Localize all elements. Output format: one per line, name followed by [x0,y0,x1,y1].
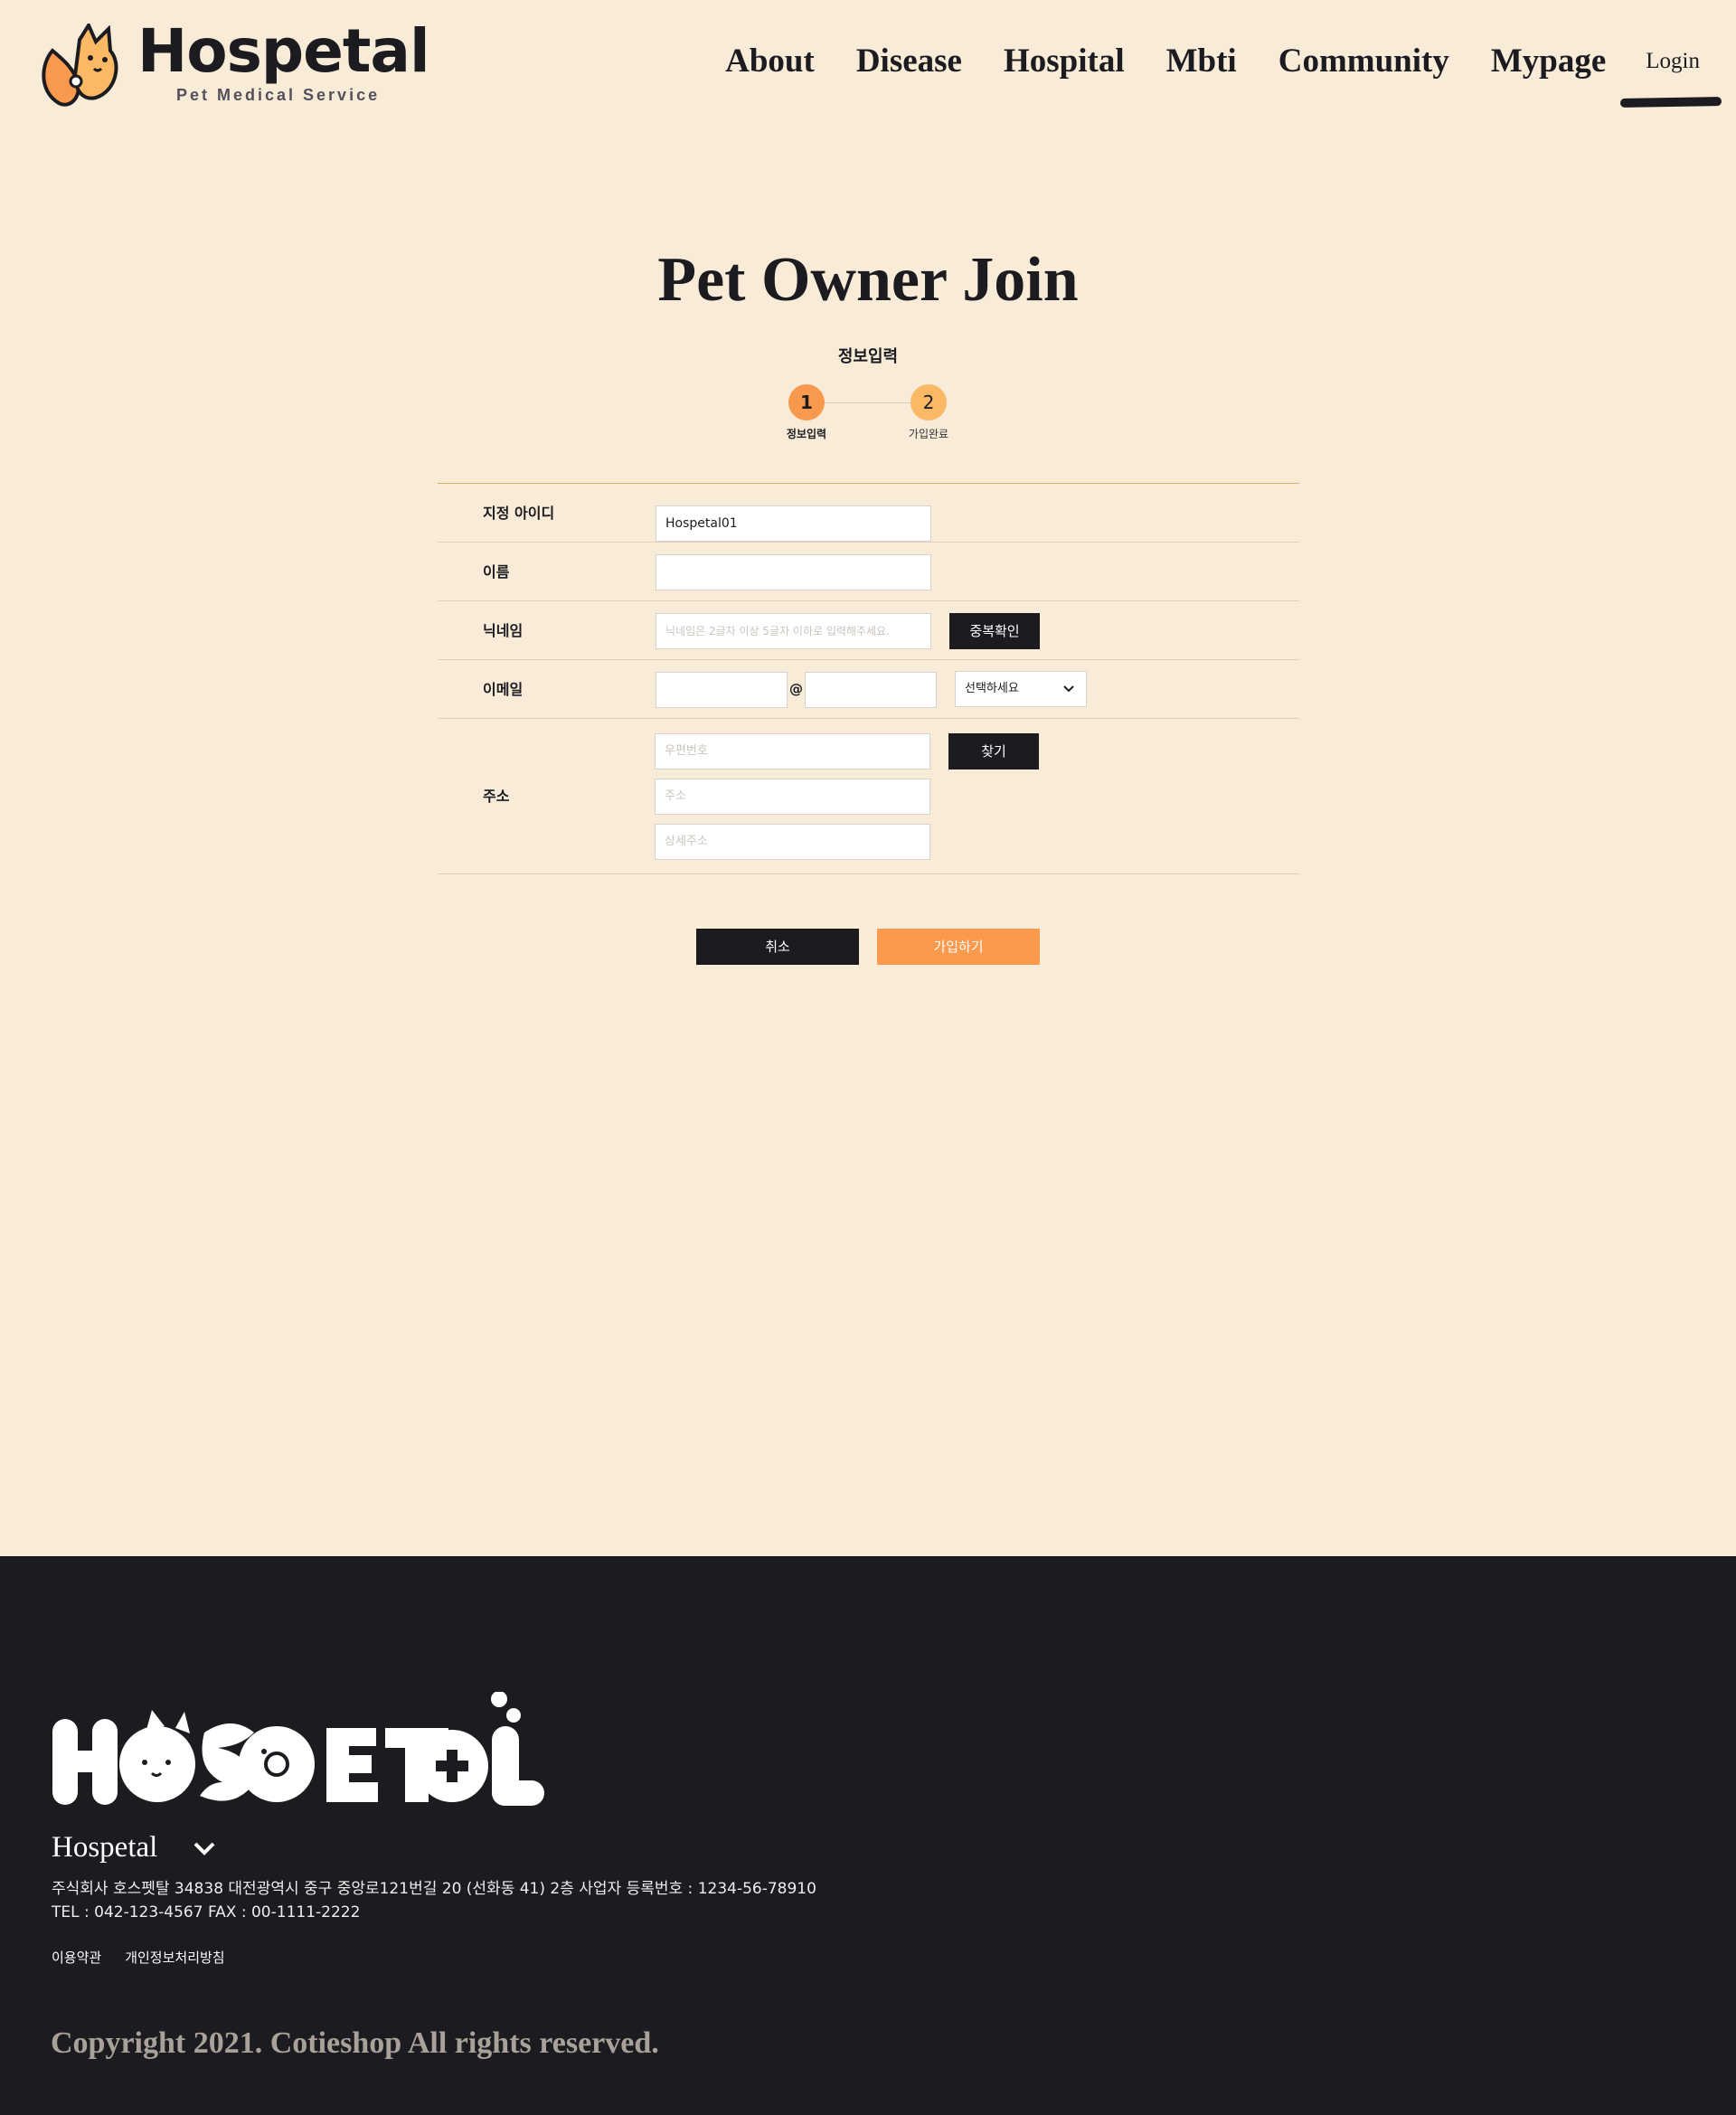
logo-wordmark: Hospetal [137,16,430,86]
email-label: 이메일 [483,681,524,698]
site-footer: Hospetal 주식회사 호스펫탈 34838 대전광역시 중구 중앙로121… [0,1556,1736,2115]
nav-hospital[interactable]: Hospital [1004,42,1125,80]
step-2-circle: 2 [910,384,947,420]
login-underline [1619,97,1722,108]
join-stepper: 1 2 정보입력 가입완료 [787,384,949,448]
page-title: Pet Owner Join [657,245,1079,315]
name-field[interactable] [656,554,931,590]
id-label: 지정 아이디 [483,505,555,522]
privacy-policy-link[interactable]: 개인정보처리방침 [125,1948,224,1967]
cat-dog-mascot-icon [42,24,118,107]
form-row-email: 이메일 @ 선택하세요 [438,660,1299,719]
logo-tagline: Pet Medical Service [176,86,381,104]
chevron-down-icon [1063,685,1074,693]
id-field[interactable]: Hospetal01 [656,505,931,542]
form-row-address: 주소 우편번호 찾기 주소 상세주소 [438,719,1299,874]
nav-mbti[interactable]: Mbti [1166,42,1237,80]
form-row-name: 이름 [438,543,1299,601]
nav-mypage[interactable]: Mypage [1491,42,1606,80]
name-label: 이름 [483,563,510,581]
nav-disease[interactable]: Disease [856,42,962,80]
nickname-field[interactable]: 닉네임은 2글자 이상 5글자 이하로 입력해주세요. [656,613,931,649]
address-field[interactable]: 주소 [655,779,930,815]
hospetal-logo[interactable]: Hospetal Pet Medical Service [36,16,430,109]
step-2-label: 가입완료 [908,428,949,440]
step-title: 정보입력 [837,347,899,366]
email-domain-field[interactable] [805,672,937,708]
email-select-value: 선택하세요 [965,682,1019,695]
nickname-label: 닉네임 [483,622,524,639]
zipcode-field[interactable]: 우편번호 [655,733,930,770]
duplicate-check-button[interactable]: 중복확인 [949,613,1040,649]
main-nav: About Disease Hospital Mbti Community My… [684,42,1700,80]
find-address-button[interactable]: 찾기 [948,733,1039,770]
step-1-circle: 1 [788,384,825,420]
step-1-label: 정보입력 [786,428,827,440]
form-row-nickname: 닉네임 닉네임은 2글자 이상 5글자 이하로 입력해주세요. 중복확인 [438,601,1299,660]
chevron-down-icon[interactable] [192,1838,217,1860]
address-label: 주소 [483,788,510,805]
site-header: Hospetal Pet Medical Service About Disea… [0,0,1736,127]
footer-company-name[interactable]: Hospetal [52,1831,157,1865]
detail-address-field[interactable]: 상세주소 [655,824,930,860]
footer-links: 이용약관 개인정보처리방침 [52,1948,249,1967]
form-row-id: 지정 아이디 Hospetal01 [438,484,1299,543]
footer-company-info: 주식회사 호스펫탈 34838 대전광역시 중구 중앙로121번길 20 (선화… [52,1877,816,1924]
nav-about[interactable]: About [725,42,815,80]
nav-community[interactable]: Community [1278,42,1449,80]
email-domain-select[interactable]: 선택하세요 [955,671,1087,707]
email-at-sign: @ [789,681,803,697]
join-submit-button[interactable]: 가입하기 [877,929,1040,965]
footer-contact: TEL : 042-123-4567 FAX : 00-1111-2222 [52,1903,361,1921]
cancel-button[interactable]: 취소 [696,929,859,965]
terms-link[interactable]: 이용약관 [52,1948,101,1967]
stepper-line [823,402,922,403]
email-local-field[interactable] [656,672,788,708]
nav-login[interactable]: Login [1646,43,1700,80]
footer-address: 주식회사 호스펫탈 34838 대전광역시 중구 중앙로121번길 20 (선화… [52,1880,816,1898]
join-form: 지정 아이디 Hospetal01 이름 닉네임 닉네임은 2글자 이상 5글자… [438,483,1299,874]
hospetal-footer-logo [52,1692,544,1806]
copyright: Copyright 2021. Cotieshop All rights res… [51,2026,659,2060]
